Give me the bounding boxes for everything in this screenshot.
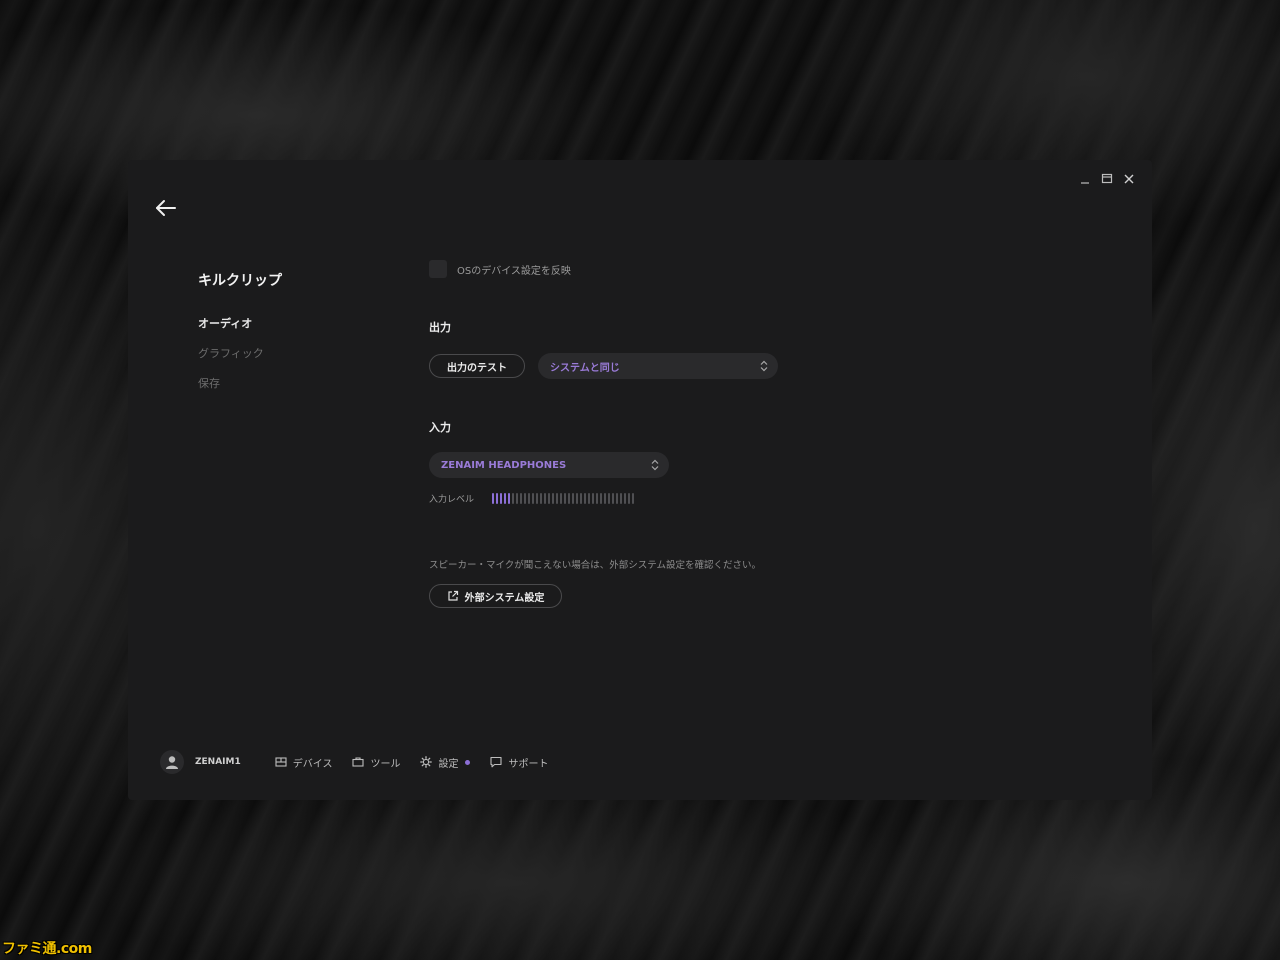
- help-text: スピーカー・マイクが聞こえない場合は、外部システム設定を確認ください。: [429, 560, 762, 571]
- level-bar: [568, 493, 570, 504]
- select-chevrons-icon: [651, 459, 659, 471]
- footer-nav-device[interactable]: デバイス: [275, 755, 333, 770]
- level-bar: [580, 493, 582, 504]
- level-bar: [512, 493, 514, 504]
- level-bar: [596, 493, 598, 504]
- level-bar: [560, 493, 562, 504]
- level-bar: [632, 493, 634, 504]
- level-bar: [496, 493, 498, 504]
- level-bar: [552, 493, 554, 504]
- level-bar: [532, 493, 534, 504]
- level-bar: [600, 493, 602, 504]
- back-button[interactable]: [154, 196, 178, 220]
- select-chevrons-icon: [760, 360, 768, 372]
- level-bar: [516, 493, 518, 504]
- footer-nav-settings[interactable]: 設定: [420, 755, 471, 770]
- sidebar-title: キルクリップ: [198, 273, 282, 289]
- output-test-button[interactable]: 出力のテスト: [429, 354, 525, 378]
- footer-nav-label: 設定: [438, 758, 459, 770]
- sidebar-item-graphics[interactable]: グラフィック: [198, 346, 378, 376]
- level-bar: [504, 493, 506, 504]
- footer-nav-label: デバイス: [292, 758, 333, 770]
- chat-icon: [490, 756, 503, 768]
- avatar[interactable]: [160, 750, 184, 774]
- footer-nav-label: ツール: [370, 758, 401, 770]
- watermark-logo: ファミ通.com: [2, 941, 92, 957]
- settings-sidebar: キルクリップ オーディオ グラフィック 保存: [198, 270, 378, 406]
- close-button[interactable]: [1122, 172, 1136, 186]
- output-section-title: 出力: [429, 321, 451, 334]
- sidebar-item-audio[interactable]: オーディオ: [198, 316, 378, 346]
- maximize-button[interactable]: [1100, 172, 1114, 186]
- reflect-os-checkbox[interactable]: [429, 260, 447, 278]
- level-bar: [520, 493, 522, 504]
- level-bar: [528, 493, 530, 504]
- output-device-value: システムと同じ: [550, 362, 620, 374]
- level-bar: [536, 493, 538, 504]
- input-row: ZENAIM HEADPHONES: [429, 452, 929, 478]
- minimize-button[interactable]: [1078, 172, 1092, 186]
- level-bar: [612, 493, 614, 504]
- level-bar: [624, 493, 626, 504]
- level-bar: [608, 493, 610, 504]
- user-icon: [166, 756, 178, 769]
- username: ZENAIM1: [195, 757, 241, 767]
- footer-nav-tools[interactable]: ツール: [352, 755, 400, 770]
- output-device-select[interactable]: システムと同じ: [538, 353, 778, 379]
- output-row: 出力のテスト システムと同じ: [429, 353, 929, 379]
- level-bar: [564, 493, 566, 504]
- input-section-title: 入力: [429, 421, 451, 434]
- level-bar: [604, 493, 606, 504]
- level-bar: [620, 493, 622, 504]
- settings-window: キルクリップ オーディオ グラフィック 保存 OSのデバイス設定を反映 出力 出…: [128, 160, 1152, 800]
- level-bar: [592, 493, 594, 504]
- level-bar: [524, 493, 526, 504]
- level-bar: [584, 493, 586, 504]
- level-bar: [540, 493, 542, 504]
- maximize-icon: [1101, 173, 1113, 184]
- input-level-row: 入力レベル: [429, 492, 929, 505]
- arrow-left-icon: [156, 200, 176, 216]
- level-bar: [508, 493, 510, 504]
- window-controls: [1078, 172, 1136, 186]
- input-device-value: ZENAIM HEADPHONES: [441, 459, 567, 471]
- minimize-icon: [1081, 182, 1089, 184]
- level-bar: [548, 493, 550, 504]
- level-bar: [544, 493, 546, 504]
- footer-nav-support[interactable]: サポート: [490, 755, 548, 770]
- level-bar: [492, 493, 494, 504]
- level-bar: [576, 493, 578, 504]
- device-icon: [275, 757, 287, 767]
- active-indicator-dot: [465, 759, 471, 765]
- level-bar: [616, 493, 618, 504]
- level-bar: [556, 493, 558, 504]
- input-device-select[interactable]: ZENAIM HEADPHONES: [429, 452, 669, 478]
- level-bar: [588, 493, 590, 504]
- footer-nav: ZENAIM1 デバイス ツール 設定 サポート: [160, 750, 568, 774]
- sidebar-item-save[interactable]: 保存: [198, 376, 378, 406]
- footer-nav-label: サポート: [508, 758, 549, 770]
- input-level-meter: [492, 493, 634, 504]
- level-bar: [572, 493, 574, 504]
- toolbox-icon: [352, 757, 365, 767]
- external-system-settings-label: 外部システム設定: [464, 592, 545, 604]
- input-level-label: 入力レベル: [429, 495, 475, 505]
- audio-settings-panel: OSのデバイス設定を反映 出力 出力のテスト システムと同じ 入力 ZENAIM…: [429, 260, 929, 608]
- level-bar: [500, 493, 502, 504]
- external-system-settings-button[interactable]: 外部システム設定: [429, 584, 562, 608]
- reflect-os-label: OSのデバイス設定を反映: [457, 265, 571, 277]
- close-icon: [1124, 174, 1134, 184]
- reflect-os-row: OSのデバイス設定を反映: [429, 260, 929, 278]
- level-bar: [628, 493, 630, 504]
- external-link-icon: [448, 590, 458, 601]
- gear-icon: [420, 756, 433, 768]
